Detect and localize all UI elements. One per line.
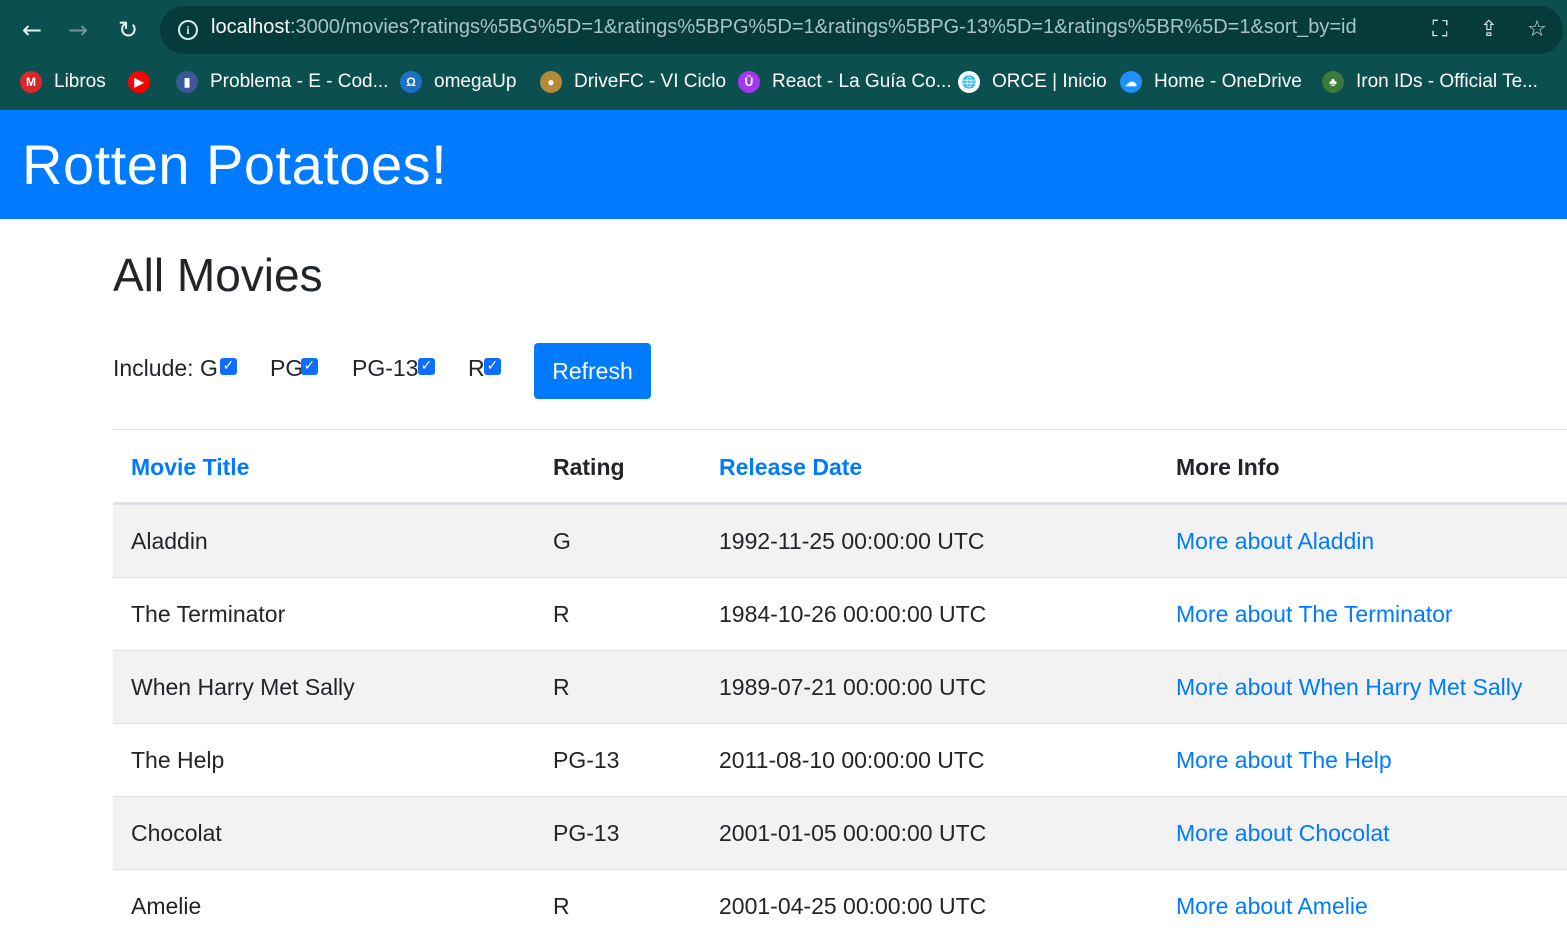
cell-title: The Terminator bbox=[131, 601, 286, 627]
cell-rating: R bbox=[553, 601, 570, 627]
table-row: The Terminator R 1984-10-26 00:00:00 UTC… bbox=[113, 578, 1567, 651]
url-path: :3000/movies?ratings%5BG%5D=1&ratings%5B… bbox=[289, 16, 1357, 38]
cell-title: The Help bbox=[131, 747, 225, 773]
cell-rating: PG-13 bbox=[553, 820, 620, 846]
globe-icon: 🌐 bbox=[958, 71, 980, 93]
bookmark-globe[interactable]: 🌐 ORCE | Inicio bbox=[958, 62, 1107, 102]
mega-icon: M bbox=[20, 71, 42, 93]
table-row: Amelie R 2001-04-25 00:00:00 UTC More ab… bbox=[113, 870, 1567, 940]
bookmark-label: omegaUp bbox=[434, 71, 517, 92]
cell-release-date: 2001-01-05 00:00:00 UTC bbox=[719, 820, 987, 846]
rating-label-r: R bbox=[468, 355, 485, 381]
bookmark-codeforces[interactable]: ▮ Problema - E - Cod... bbox=[176, 62, 388, 102]
share-icon[interactable]: ⇪ bbox=[1475, 16, 1503, 44]
cell-rating: R bbox=[553, 674, 570, 700]
checkbox-g[interactable]: ✓ bbox=[220, 358, 237, 375]
bookmark-ironids[interactable]: ♣ Iron IDs - Official Te... bbox=[1322, 62, 1538, 102]
header-release-date[interactable]: Release Date bbox=[719, 454, 862, 481]
bookmark-label: DriveFC - VI Ciclo bbox=[574, 71, 727, 92]
movies-table: Movie Title Rating Release Date More Inf… bbox=[113, 429, 1567, 940]
more-info-link[interactable]: More about The Terminator bbox=[1176, 601, 1453, 628]
page-title: All Movies bbox=[113, 249, 323, 301]
rating-label-g: G bbox=[199, 355, 218, 381]
udemy-icon: Û bbox=[738, 71, 760, 93]
cell-rating: R bbox=[553, 893, 570, 919]
cell-release-date: 2001-04-25 00:00:00 UTC bbox=[719, 893, 987, 919]
bookmark-label: Problema - E - Cod... bbox=[210, 71, 389, 92]
bookmark-onedrive[interactable]: ☁ Home - OneDrive bbox=[1120, 62, 1302, 102]
cell-rating: G bbox=[553, 528, 571, 554]
bookmark-star-icon[interactable]: ☆ bbox=[1523, 16, 1551, 44]
more-info-link[interactable]: More about Chocolat bbox=[1176, 820, 1390, 847]
onedrive-icon: ☁ bbox=[1120, 71, 1142, 93]
refresh-button[interactable]: Refresh bbox=[534, 343, 651, 399]
bookmark-youtube[interactable]: ▶ bbox=[128, 62, 162, 102]
checkbox-r[interactable]: ✓ bbox=[484, 358, 501, 375]
rating-label-pg13: PG-13 bbox=[352, 355, 419, 381]
more-info-link[interactable]: More about The Help bbox=[1176, 747, 1392, 774]
bookmark-omegaup[interactable]: ΩomegaUp bbox=[400, 62, 516, 102]
table-row: Chocolat PG-13 2001-01-05 00:00:00 UTC M… bbox=[113, 797, 1567, 870]
drivefc-icon: ● bbox=[540, 71, 562, 93]
back-icon[interactable]: ← bbox=[14, 12, 50, 48]
table-header: Movie Title Rating Release Date More Inf… bbox=[113, 430, 1567, 505]
bookmark-mega[interactable]: M Libros bbox=[20, 62, 106, 102]
cell-release-date: 1989-07-21 00:00:00 UTC bbox=[719, 674, 987, 700]
table-row: When Harry Met Sally R 1989-07-21 00:00:… bbox=[113, 651, 1567, 724]
translate-icon[interactable]: ⛶ bbox=[1426, 16, 1454, 44]
bookmark-drivefc[interactable]: ● DriveFC - VI Ciclo bbox=[540, 62, 726, 102]
bookmark-label: Home - OneDrive bbox=[1154, 71, 1302, 92]
bookmark-label: React - La Guía Co... bbox=[772, 71, 952, 92]
cell-title: Aladdin bbox=[131, 528, 208, 554]
header-rating: Rating bbox=[553, 454, 625, 480]
more-info-link[interactable]: More about When Harry Met Sally bbox=[1176, 674, 1522, 701]
checkbox-pg[interactable]: ✓ bbox=[301, 358, 318, 375]
table-row: Aladdin G 1992-11-25 00:00:00 UTC More a… bbox=[113, 505, 1567, 578]
header-movie-title[interactable]: Movie Title bbox=[131, 454, 249, 481]
bookmark-label: Libros bbox=[54, 71, 106, 92]
table-row: The Help PG-13 2011-08-10 00:00:00 UTC M… bbox=[113, 724, 1567, 797]
cell-release-date: 1992-11-25 00:00:00 UTC bbox=[719, 528, 985, 554]
ironids-icon: ♣ bbox=[1322, 71, 1344, 93]
codeforces-icon: ▮ bbox=[176, 71, 198, 93]
url-host: localhost bbox=[211, 16, 290, 38]
omegaup-icon: Ω bbox=[400, 71, 422, 93]
reload-icon[interactable]: ↻ bbox=[110, 12, 146, 48]
cell-release-date: 2011-08-10 00:00:00 UTC bbox=[719, 747, 985, 773]
brand-title[interactable]: Rotten Potatoes! bbox=[22, 132, 447, 197]
navbar: Rotten Potatoes! bbox=[0, 110, 1567, 219]
more-info-link[interactable]: More about Amelie bbox=[1176, 893, 1368, 920]
browser-chrome: ← → ↻ i localhost:3000/movies?ratings%5B… bbox=[0, 0, 1567, 110]
checkbox-pg13[interactable]: ✓ bbox=[418, 358, 435, 375]
rating-filters: Include: G ✓ PG ✓ PG-13 ✓ R ✓ Refresh bbox=[113, 343, 673, 399]
rating-label-pg: PG bbox=[270, 355, 304, 381]
include-label: Include: G bbox=[113, 355, 218, 381]
cell-title: Amelie bbox=[131, 893, 202, 919]
url-text[interactable]: localhost:3000/movies?ratings%5BG%5D=1&r… bbox=[211, 16, 1357, 39]
bookmark-label: Iron IDs - Official Te... bbox=[1356, 71, 1538, 92]
forward-icon[interactable]: → bbox=[60, 12, 96, 48]
header-more-info: More Info bbox=[1176, 454, 1280, 480]
site-info-icon[interactable]: i bbox=[178, 20, 198, 40]
more-info-link[interactable]: More about Aladdin bbox=[1176, 528, 1374, 555]
bookmarks-bar: M Libros ▶ ▮ Problema - E - Cod... ΩomegaUp ● D… bbox=[0, 62, 1567, 102]
bookmark-label: ORCE | Inicio bbox=[992, 71, 1107, 92]
cell-title: Chocolat bbox=[131, 820, 222, 846]
youtube-icon: ▶ bbox=[128, 71, 150, 93]
cell-release-date: 1984-10-26 00:00:00 UTC bbox=[719, 601, 987, 627]
cell-title: When Harry Met Sally bbox=[131, 674, 355, 700]
cell-rating: PG-13 bbox=[553, 747, 620, 773]
bookmark-udemy[interactable]: Û React - La Guía Co... bbox=[738, 62, 952, 102]
